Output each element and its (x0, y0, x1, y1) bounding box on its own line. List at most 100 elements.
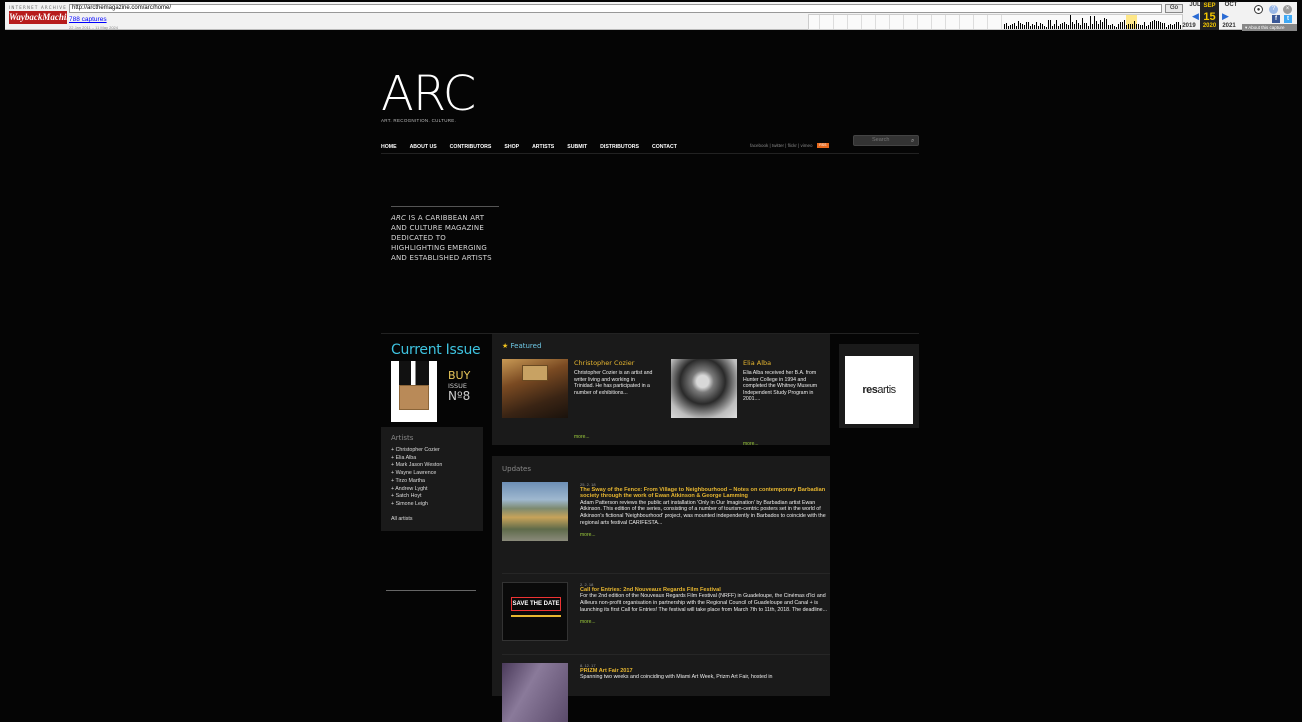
update-image[interactable] (502, 482, 568, 541)
cover-box (399, 385, 429, 410)
all-artists-link[interactable]: All artists (391, 516, 483, 522)
facebook-share-icon[interactable]: f (1272, 15, 1280, 23)
wayback-year-current: 2020 (1200, 23, 1219, 30)
issue-cover-image[interactable] (391, 361, 437, 422)
artist-link[interactable]: + Simone Leigh (391, 501, 483, 509)
sparkline-bar (1018, 21, 1019, 29)
wayback-month-current: SEP (1200, 2, 1219, 10)
user-icon[interactable]: ● (1254, 5, 1263, 14)
social-flickr[interactable]: flickr (788, 143, 797, 148)
update-image[interactable]: SAVE THE DATE (502, 582, 568, 641)
artist-link[interactable]: + Satch Hoyt (391, 493, 483, 501)
sparkline-bar (1128, 24, 1129, 29)
featured-panel: ★ Featured Christopher Cozier Christophe… (492, 334, 830, 447)
sparkline-gridline (917, 15, 918, 29)
update-divider (502, 573, 830, 574)
sparkline-bar (1166, 27, 1167, 29)
featured-name[interactable]: Christopher Cozier (574, 359, 634, 367)
sparkline-bar (1040, 23, 1041, 29)
artists-panel: Artists + Christopher Cozier + Elia Alba… (381, 427, 483, 531)
next-capture-icon[interactable]: ▶ (1222, 12, 1229, 22)
wayback-day: 15 (1200, 10, 1219, 24)
sparkline-bar (1104, 18, 1105, 29)
buy-issue-link[interactable]: BUY ISSUE Nº8 (448, 370, 470, 403)
sponsor-panel: resartis (839, 344, 919, 428)
featured-heading-text: Featured (510, 342, 542, 350)
nav-home[interactable]: HOME (381, 143, 397, 151)
about-capture-button[interactable]: ▾ About this capture (1242, 24, 1297, 31)
sparkline-bar (1006, 23, 1007, 29)
featured-item: Christopher Cozier Christopher Cozier is… (502, 359, 662, 440)
wayback-url-input[interactable]: http://arcthemagazine.com/arc/home/ (69, 4, 1162, 13)
site-logo[interactable]: ARC ART. RECOGNITION. CULTURE. (381, 66, 491, 124)
resartis-logo[interactable]: resartis (845, 356, 913, 424)
wayback-month-next[interactable]: OCT (1221, 2, 1241, 8)
sparkline-bar (1026, 22, 1027, 29)
sparkline-bar (1136, 24, 1137, 29)
close-icon[interactable]: × (1283, 5, 1292, 14)
artist-link[interactable]: + Elia Alba (391, 455, 483, 463)
logo-text: ARC (381, 66, 476, 122)
poster-text: SAVE THE DATE (511, 597, 561, 611)
sparkline-bar (1154, 20, 1155, 29)
artist-link[interactable]: + Tirzo Martha (391, 478, 483, 486)
social-twitter[interactable]: twitter (772, 143, 784, 148)
twitter-share-icon[interactable]: t (1284, 15, 1292, 23)
sparkline-bar (1084, 23, 1085, 29)
help-icon[interactable]: ? (1269, 5, 1278, 14)
sparkline-bar (1114, 26, 1115, 29)
featured-more-link[interactable]: more... (574, 434, 590, 440)
wayback-sparkline[interactable] (808, 14, 1183, 30)
rss-icon[interactable]: RSS (816, 143, 829, 149)
nav-contact[interactable]: CONTACT (652, 143, 677, 151)
nav-distributors[interactable]: DISTRIBUTORS (600, 143, 639, 151)
artist-link[interactable]: + Wayne Lawrence (391, 470, 483, 478)
sparkline-gridline (833, 15, 834, 29)
sparkline-bar (1124, 20, 1125, 29)
current-issue-heading: Current Issue (391, 342, 481, 358)
artist-link[interactable]: + Mark Jason Weston (391, 462, 483, 470)
featured-image-alba[interactable] (671, 359, 737, 418)
wayback-logo[interactable]: INTERNET ARCHIVE WaybackMachine (9, 5, 75, 27)
nav-artists[interactable]: ARTISTS (532, 143, 554, 151)
nav-submit[interactable]: SUBMIT (567, 143, 587, 151)
featured-image-cozier[interactable] (502, 359, 568, 418)
sparkline-bar (1082, 18, 1083, 29)
sparkline-bar (1132, 24, 1133, 29)
social-facebook[interactable]: facebook (750, 143, 768, 148)
artist-link[interactable]: + Andrew Lyght (391, 486, 483, 494)
sparkline-gridline (819, 15, 820, 29)
left-divider (386, 590, 476, 591)
sparkline-bar (1160, 22, 1161, 29)
search-icon[interactable]: ⌕ (911, 137, 914, 144)
sparkline-bar (1164, 23, 1165, 29)
artist-link[interactable]: + Christopher Cozier (391, 447, 483, 455)
update-title[interactable]: The Sway of the Fence: From Village to N… (580, 487, 828, 500)
wayback-captures-link[interactable]: 788 captures (69, 16, 107, 23)
nav-shop[interactable]: SHOP (504, 143, 519, 151)
sparkline-bar (1170, 24, 1171, 29)
resartis-bold: res (862, 384, 878, 396)
sparkline-bar (1054, 24, 1055, 29)
wayback-date-range: 22 Jan 2011 – 11 May 2024 (69, 25, 118, 30)
prev-capture-icon[interactable]: ◀ (1192, 12, 1199, 22)
sparkline-bar (1030, 26, 1031, 29)
sparkline-gridline (931, 15, 932, 29)
search-input[interactable]: Search (853, 135, 919, 146)
wayback-logo-top: INTERNET ARCHIVE (9, 5, 67, 10)
featured-more-link[interactable]: more... (743, 441, 759, 447)
featured-name[interactable]: Elia Alba (743, 359, 771, 367)
update-more-link[interactable]: more... (580, 619, 828, 625)
sparkline-bar (1058, 26, 1059, 29)
update-image[interactable] (502, 663, 568, 722)
wayback-year-prev[interactable]: 2019 (1179, 23, 1199, 29)
sparkline-bar (1134, 21, 1135, 29)
sparkline-gridline (847, 15, 848, 29)
nav-about-us[interactable]: ABOUT US (410, 143, 437, 151)
wayback-go-button[interactable]: Go (1165, 4, 1183, 13)
wayback-year-next[interactable]: 2021 (1219, 23, 1239, 29)
sparkline-bar (1130, 24, 1131, 29)
update-more-link[interactable]: more... (580, 532, 828, 538)
nav-contributors[interactable]: CONTRIBUTORS (450, 143, 492, 151)
social-vimeo[interactable]: vimeo (801, 143, 813, 148)
